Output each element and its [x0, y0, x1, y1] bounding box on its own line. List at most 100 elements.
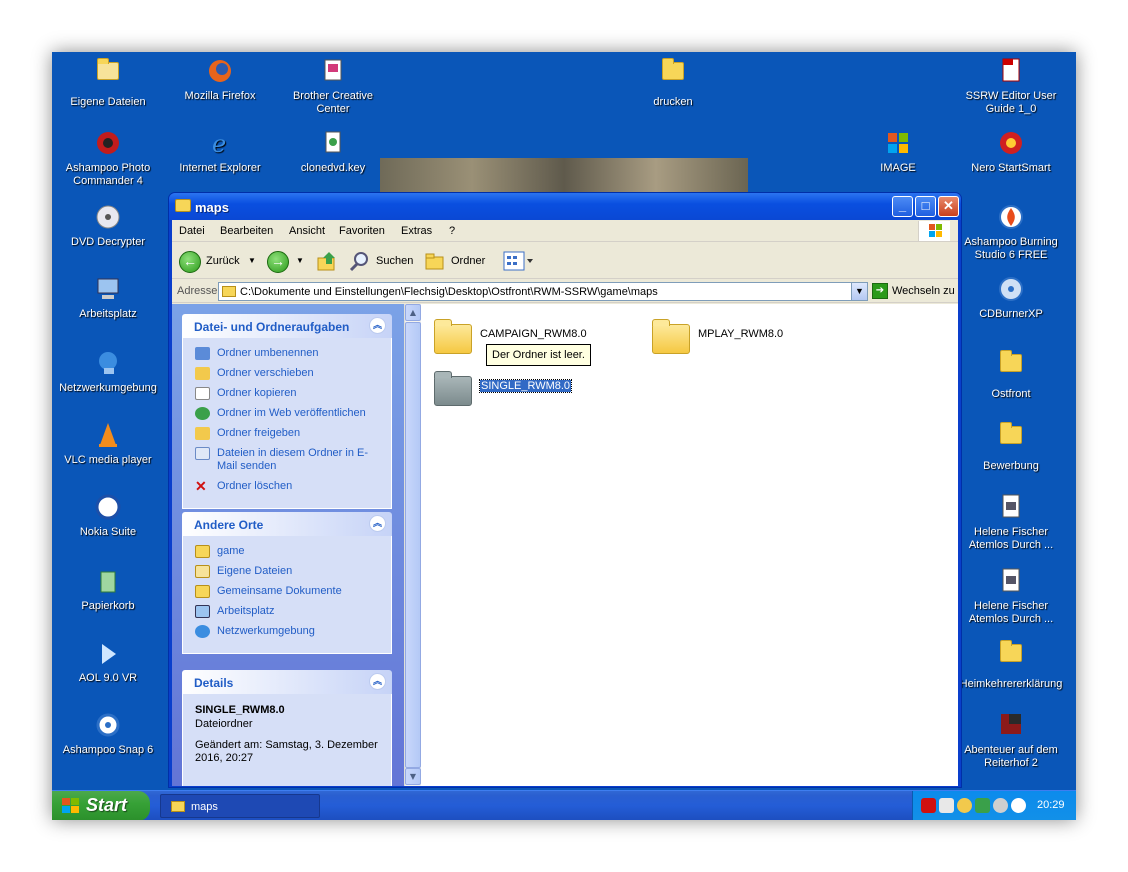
forward-icon[interactable]: → [267, 251, 289, 273]
desktop-icon-ie[interactable]: e Internet Explorer [164, 128, 276, 175]
task-publish-web[interactable]: Ordner im Web veröffentlichen [195, 407, 383, 420]
desktop-icon-ashampoo-burning[interactable]: Ashampoo Burning Studio 6 FREE [955, 202, 1067, 262]
place-eigene-dateien[interactable]: Eigene Dateien [195, 565, 383, 578]
back-icon[interactable]: ← [179, 251, 201, 273]
menu-datei[interactable]: Datei [179, 225, 205, 237]
desktop-icon-ssrw-guide[interactable]: SSRW Editor User Guide 1_0 [955, 56, 1067, 116]
desktop-icon-arbeitsplatz[interactable]: Arbeitsplatz [52, 274, 164, 321]
maximize-button[interactable]: □ [915, 196, 936, 217]
email-icon [195, 447, 210, 460]
scroll-thumb[interactable] [405, 322, 421, 768]
network-icon [195, 625, 210, 638]
task-delete-folder[interactable]: ✕ Ordner löschen [195, 479, 383, 493]
search-icon[interactable] [348, 249, 372, 273]
tray-snap-icon[interactable] [1011, 798, 1026, 813]
desktop-icon-ostfront[interactable]: Ostfront [955, 348, 1067, 401]
other-places-panel: Andere Orte ︽ game Eigene Dateien Gemein… [182, 512, 392, 654]
back-dropdown-icon[interactable]: ▼ [248, 256, 256, 265]
desktop-icon-firefox[interactable]: Mozilla Firefox [164, 56, 276, 103]
task-move-folder[interactable]: Ordner verschieben [195, 367, 383, 380]
menu-bearbeiten[interactable]: Bearbeiten [220, 225, 273, 237]
place-shared-documents[interactable]: Gemeinsame Dokumente [195, 585, 383, 598]
antivirus-icon[interactable] [921, 798, 936, 813]
desktop-icon-helene-1[interactable]: Helene Fischer Atemlos Durch ... [955, 492, 1067, 552]
desktop-icon-vlc[interactable]: VLC media player [52, 420, 164, 467]
collapse-icon[interactable]: ︽ [369, 317, 386, 334]
tray-app-icon[interactable] [957, 798, 972, 813]
task-copy-folder[interactable]: Ordner kopieren [195, 387, 383, 400]
vertical-scrollbar[interactable]: ▲ ▼ [404, 304, 421, 786]
other-places-header[interactable]: Andere Orte ︽ [182, 512, 392, 536]
scroll-down-icon[interactable]: ▼ [405, 768, 421, 785]
desktop-icon-abenteuer[interactable]: Abenteuer auf dem Reiterhof 2 [955, 710, 1067, 770]
task-share-folder[interactable]: Ordner freigeben [195, 427, 383, 440]
menu-bar: Datei Bearbeiten Ansicht Favoriten Extra… [172, 220, 958, 242]
folder-up-button[interactable] [315, 249, 339, 273]
views-button[interactable] [502, 249, 534, 273]
start-button[interactable]: Start [52, 791, 150, 820]
folders-button-label[interactable]: Ordner [451, 255, 485, 267]
desktop-icon-brother[interactable]: Brother Creative Center [277, 56, 389, 116]
go-button-label[interactable]: Wechseln zu [892, 285, 955, 297]
task-email-files[interactable]: Dateien in diesem Ordner in E-Mail sende… [195, 447, 383, 473]
desktop-icon-dvd-decrypter[interactable]: DVD Decrypter [52, 202, 164, 249]
desktop-icon-image[interactable]: IMAGE [842, 128, 954, 175]
address-input[interactable]: C:\Dokumente und Einstellungen\Flechsig\… [218, 282, 868, 301]
details-header[interactable]: Details ︽ [182, 670, 392, 694]
file-tasks-header[interactable]: Datei- und Ordneraufgaben ︽ [182, 314, 392, 338]
task-rename-folder[interactable]: Ordner umbenennen [195, 347, 383, 360]
file-tasks-panel: Datei- und Ordneraufgaben ︽ Ordner umben… [182, 314, 392, 509]
folder-item-single[interactable]: SINGLE_RWM8.0 [434, 370, 614, 410]
desktop-icon-ashampoo-photo[interactable]: Ashampoo Photo Commander 4 [52, 128, 164, 188]
search-button-label[interactable]: Suchen [376, 255, 413, 267]
views-icon [503, 251, 533, 271]
desktop-icon-nero[interactable]: Nero StartSmart [955, 128, 1067, 175]
place-arbeitsplatz[interactable]: Arbeitsplatz [195, 605, 383, 618]
folders-icon[interactable] [423, 249, 447, 273]
rename-icon [195, 347, 210, 360]
tray-network-icon[interactable] [993, 798, 1008, 813]
desktop-icon-heimkehrer[interactable]: Heimkehrererklärung [955, 638, 1067, 691]
desktop-icon-aol[interactable]: AOL 9.0 VR [52, 638, 164, 685]
desktop-icon-clonedvd[interactable]: clonedvd.key [277, 128, 389, 175]
title-bar[interactable]: maps _ □ ✕ [169, 193, 961, 220]
minimize-button[interactable]: _ [892, 196, 913, 217]
back-button-label[interactable]: Zurück [206, 255, 240, 267]
place-game[interactable]: game [195, 545, 383, 558]
go-arrow-icon[interactable]: ➔ [872, 283, 888, 299]
address-dropdown-icon[interactable]: ▼ [851, 283, 867, 300]
desktop-icon-nokia[interactable]: Nokia Suite [52, 492, 164, 539]
tray-update-icon[interactable] [975, 798, 990, 813]
desktop-icon-drucken[interactable]: drucken [617, 56, 729, 109]
pdf-icon [995, 56, 1027, 86]
folder-item-mplay[interactable]: MPLAY_RWM8.0 [652, 318, 832, 358]
menu-extras[interactable]: Extras [401, 225, 432, 237]
menu-favoriten[interactable]: Favoriten [339, 225, 385, 237]
copy-icon [195, 387, 210, 400]
collapse-icon[interactable]: ︽ [369, 673, 386, 690]
desktop-icon-cdburner[interactable]: CDBurnerXP [955, 274, 1067, 321]
file-tasks-body: Ordner umbenennen Ordner verschieben Ord… [182, 338, 392, 509]
menu-ansicht[interactable]: Ansicht [289, 225, 325, 237]
game-icon [995, 710, 1027, 740]
menu-help[interactable]: ? [449, 225, 455, 237]
volume-icon[interactable] [939, 798, 954, 813]
desktop-icon-papierkorb[interactable]: Papierkorb [52, 566, 164, 613]
forward-dropdown-icon[interactable]: ▼ [296, 256, 304, 265]
desktop: Eigene Dateien Ashampoo Photo Commander … [52, 52, 1076, 820]
desktop-icon-helene-2[interactable]: Helene Fischer Atemlos Durch ... [955, 566, 1067, 626]
desktop-icon-netzwerk[interactable]: Netzwerkumgebung [52, 348, 164, 395]
taskbar-button-maps[interactable]: maps [160, 794, 320, 818]
clock[interactable]: 20:29 [1037, 799, 1065, 811]
window-title: maps [195, 200, 229, 215]
desktop-icon-bewerbung[interactable]: Bewerbung [955, 420, 1067, 473]
desktop-icon-ashampoo-snap[interactable]: Ashampoo Snap 6 [52, 710, 164, 757]
scroll-up-icon[interactable]: ▲ [405, 304, 421, 321]
desktop-icon-eigene-dateien[interactable]: Eigene Dateien [52, 56, 164, 109]
nokia-suite-icon [92, 492, 124, 522]
wallpaper-image [380, 158, 748, 194]
place-netzwerk[interactable]: Netzwerkumgebung [195, 625, 383, 638]
close-button[interactable]: ✕ [938, 196, 959, 217]
collapse-icon[interactable]: ︽ [369, 515, 386, 532]
globe-icon [195, 407, 210, 420]
